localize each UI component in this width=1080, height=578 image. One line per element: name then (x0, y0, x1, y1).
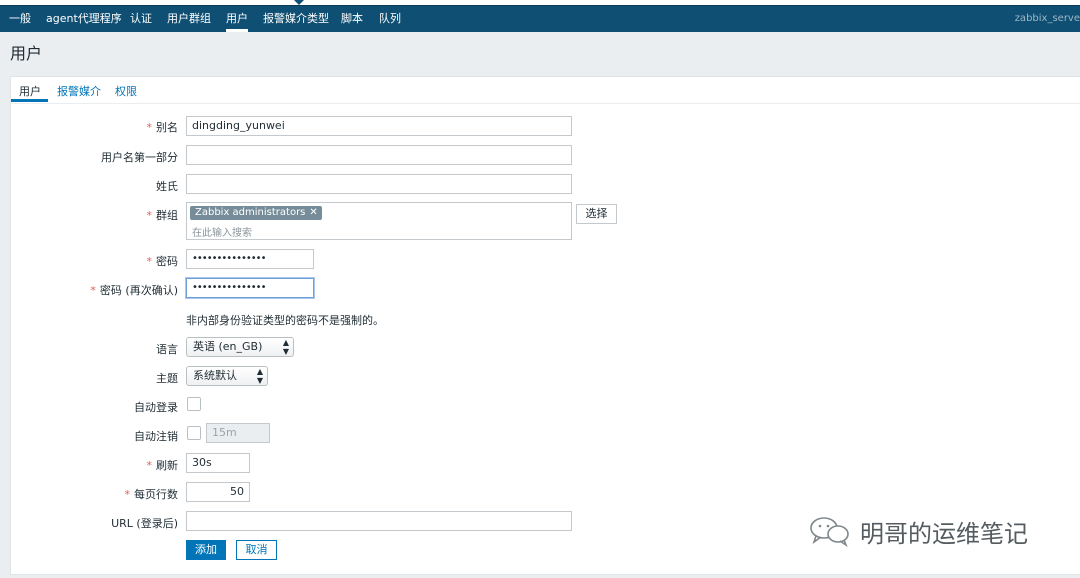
select-arrows-icon: ▲ ▼ (282, 338, 289, 356)
alias-label: * 别名 (146, 121, 179, 134)
watermark-text: 明哥的运维笔记 (860, 520, 1028, 548)
refresh-input[interactable]: 30s (186, 453, 250, 473)
theme-select[interactable]: 系统默认 ▲ ▼ (186, 366, 268, 386)
cancel-button[interactable]: 取消 (236, 540, 277, 560)
nav-item-scripts[interactable]: 脚本 (341, 6, 363, 32)
active-tab-indicator (11, 99, 48, 102)
nav-item-agent-proxies[interactable]: agent代理程序 (46, 6, 122, 32)
name-input[interactable] (186, 145, 572, 165)
nav-item-queue[interactable]: 队列 (379, 6, 401, 32)
password-confirm-label: * 密码 (再次确认) (90, 284, 178, 297)
select-groups-button[interactable]: 选择 (576, 204, 617, 224)
page-header: 用户 (0, 32, 1080, 67)
refresh-label: * 刷新 (146, 459, 179, 472)
nav-item-user-groups[interactable]: 用户群组 (167, 6, 211, 32)
page-title: 用户 (10, 44, 43, 63)
password-label: * 密码 (146, 255, 179, 268)
alias-input[interactable]: dingding_yunwei (186, 116, 572, 136)
chat-bubbles-icon (810, 517, 849, 548)
required-marker: * (124, 488, 131, 501)
password-hint: 非内部身份验证类型的密码不是强制的。 (186, 314, 384, 327)
url-input[interactable] (186, 511, 572, 531)
autologout-checkbox[interactable] (187, 426, 201, 440)
nav-item-users[interactable]: 用户 (226, 6, 248, 32)
groups-label: * 群组 (146, 209, 179, 222)
url-label: URL (登录后) (111, 517, 178, 530)
server-name: zabbix_serve (1014, 13, 1080, 24)
nav-item-authentication[interactable]: 认证 (130, 6, 152, 32)
watermark: 明哥的运维笔记 (808, 512, 1048, 548)
autologout-input[interactable]: 15m (206, 423, 270, 443)
language-select[interactable]: 英语 (en_GB) ▲ ▼ (186, 337, 294, 357)
nav-item-media-types[interactable]: 报警媒介类型 (263, 6, 329, 32)
required-marker: * (146, 459, 153, 472)
select-arrows-icon: ▲ ▼ (256, 367, 263, 385)
tab-permissions[interactable]: 权限 (115, 83, 137, 99)
language-label: 语言 (156, 343, 178, 356)
required-marker: * (146, 121, 153, 134)
theme-label: 主题 (156, 372, 178, 385)
nav-item-general[interactable]: 一般 (9, 6, 31, 32)
rows-per-page-input[interactable]: 50 (186, 482, 250, 502)
group-chip: Zabbix administrators ✕ (190, 206, 322, 220)
top-navigation: 一般 agent代理程序 认证 用户群组 用户 报警媒介类型 脚本 队列 zab… (0, 5, 1080, 32)
autologout-label: 自动注销 (134, 430, 178, 443)
groups-search-placeholder[interactable]: 在此输入搜索 (192, 224, 252, 239)
required-marker: * (146, 209, 153, 222)
rows-per-page-label: * 每页行数 (124, 488, 179, 501)
groups-multiselect[interactable]: Zabbix administrators ✕ 在此输入搜索 (186, 202, 572, 240)
autologin-checkbox[interactable] (187, 397, 201, 411)
surname-label: 姓氏 (156, 180, 178, 193)
tab-bar: 用户 报警媒介 权限 (11, 77, 1080, 104)
name-label: 用户名第一部分 (101, 151, 178, 164)
user-form-panel: 用户 报警媒介 权限 * 别名 dingding_yunwei 用户名第一部分 姓… (10, 76, 1080, 575)
nav-caret-icon (294, 0, 304, 5)
tab-user[interactable]: 用户 (19, 83, 41, 99)
required-marker: * (146, 255, 153, 268)
password-input[interactable]: ••••••••••••••• (186, 249, 314, 269)
required-marker: * (90, 284, 96, 297)
tab-media[interactable]: 报警媒介 (57, 83, 101, 99)
remove-chip-icon[interactable]: ✕ (309, 207, 317, 218)
surname-input[interactable] (186, 174, 572, 194)
password-confirm-input[interactable]: ••••••••••••••• (186, 278, 314, 298)
add-button[interactable]: 添加 (186, 540, 226, 560)
autologin-label: 自动登录 (134, 401, 178, 414)
